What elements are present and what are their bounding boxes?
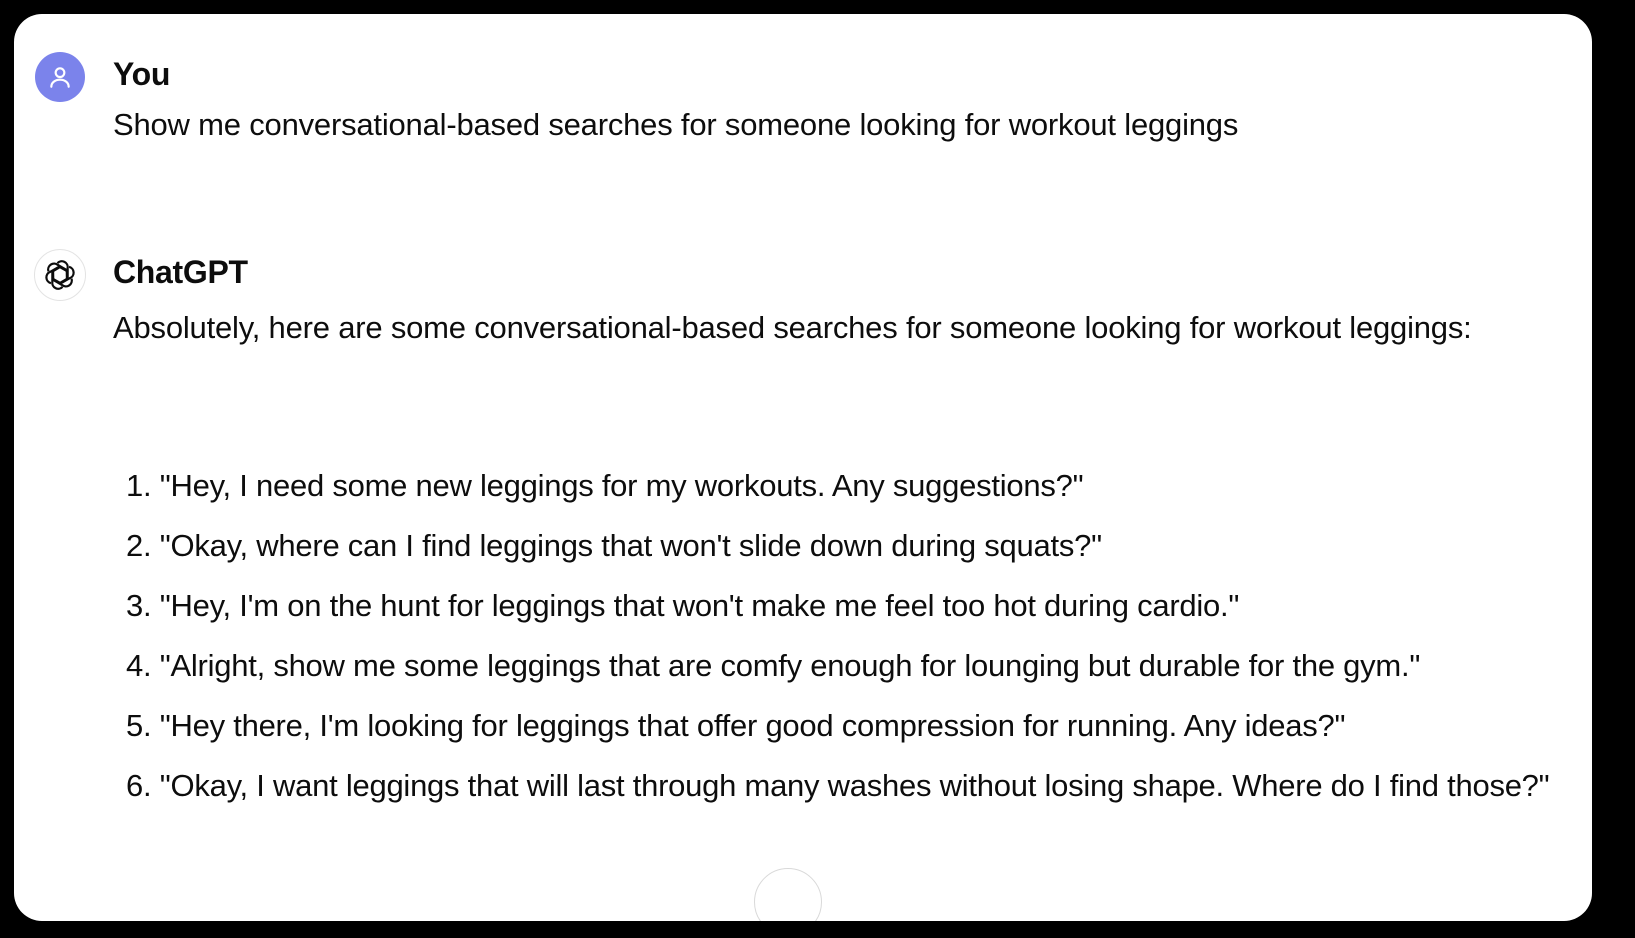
assistant-author-name: ChatGPT <box>113 254 248 290</box>
assistant-message: ChatGPT Absolutely, here are some conver… <box>14 214 1592 921</box>
list-item: 6. "Okay, I want leggings that will last… <box>126 768 1550 803</box>
user-avatar <box>35 52 85 102</box>
user-icon <box>50 67 70 88</box>
list-item: 2. "Okay, where can I find leggings that… <box>126 528 1102 563</box>
list-item: 1. "Hey, I need some new leggings for my… <box>126 468 1084 503</box>
user-message-text: Show me conversational-based searches fo… <box>113 107 1239 142</box>
assistant-avatar <box>34 249 86 301</box>
chat-window: You Show me conversational-based searche… <box>14 14 1592 921</box>
assistant-intro-text: Absolutely, here are some conversational… <box>113 310 1472 345</box>
user-author-name: You <box>113 56 171 92</box>
list-item: 3. "Hey, I'm on the hunt for leggings th… <box>126 588 1240 623</box>
list-item: 4. "Alright, show me some leggings that … <box>126 648 1421 683</box>
user-message: You Show me conversational-based searche… <box>14 14 1592 214</box>
search-suggestions-list: 1. "Hey, I need some new leggings for my… <box>126 456 1572 816</box>
list-item: 5. "Hey there, I'm looking for leggings … <box>126 708 1346 743</box>
openai-logo-icon <box>45 260 75 290</box>
